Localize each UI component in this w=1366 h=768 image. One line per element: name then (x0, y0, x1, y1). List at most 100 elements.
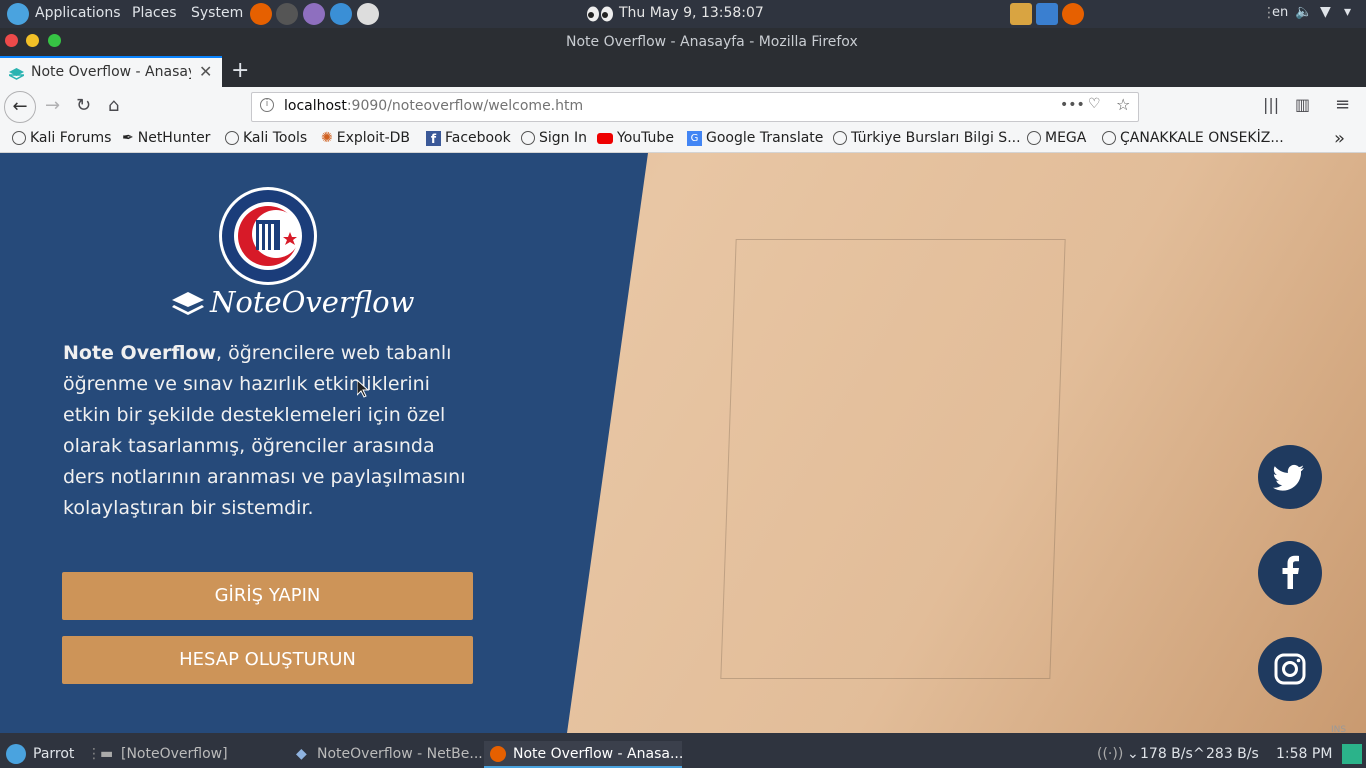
twitter-icon (1273, 464, 1304, 491)
network-activity-icon: ((·)) (1097, 746, 1124, 762)
package-tray-icon[interactable] (1036, 3, 1058, 25)
back-button[interactable]: ← (4, 91, 36, 123)
bookmark-kali-forums[interactable]: Kali Forums (12, 130, 111, 146)
parrot-menu[interactable]: Parrot (33, 746, 74, 762)
page-viewport: NoteOverflow Note Overflow, öğrencilere … (0, 153, 1366, 733)
workspace-switcher[interactable] (1342, 744, 1362, 764)
window-titlebar[interactable]: Note Overflow - Anasayfa - Mozilla Firef… (0, 28, 1366, 56)
bookmark-mega[interactable]: MEGA (1027, 130, 1086, 146)
bookmark-label: Kali Tools (243, 130, 308, 146)
maximize-window-button[interactable] (48, 34, 61, 47)
login-button[interactable]: GİRİŞ YAPIN (62, 572, 473, 620)
status-strip: INS (0, 725, 1366, 741)
applications-menu[interactable]: Applications (35, 5, 121, 21)
reload-button[interactable]: ↻ (76, 95, 91, 116)
folder-icon: ▬ (100, 746, 114, 762)
exploit-db-icon: ✺ (321, 130, 333, 146)
bookmark-nethunter[interactable]: ✒ NetHunter (122, 130, 210, 146)
bookmark-exploit-db[interactable]: ✺ Exploit-DB (321, 130, 410, 146)
close-tab-icon[interactable]: ✕ (199, 62, 212, 81)
facebook-button[interactable] (1258, 541, 1322, 605)
twitter-button[interactable] (1258, 445, 1322, 509)
places-menu[interactable]: Places (132, 5, 177, 21)
bookmarks-overflow-icon[interactable]: » (1334, 128, 1345, 149)
hamburger-menu-icon[interactable]: ≡ (1335, 94, 1350, 115)
favicon-icon (8, 65, 25, 80)
bookmark-google-translate[interactable]: G Google Translate (687, 130, 823, 146)
archive-tray-icon[interactable] (1010, 3, 1032, 25)
close-window-button[interactable] (5, 34, 18, 47)
bookmark-sign-in[interactable]: Sign In (521, 130, 587, 146)
logo-wordmark: NoteOverflow (210, 285, 415, 319)
bookmark-label: ÇANAKKALE ONSEKİZ... (1120, 130, 1284, 146)
bookmark-label: YouTube (617, 130, 674, 146)
minimize-window-button[interactable] (26, 34, 39, 47)
system-monitor-launcher-icon[interactable] (330, 3, 352, 25)
sidebar-icon[interactable]: ▥ (1295, 95, 1310, 114)
bookmark-label: Kali Forums (30, 130, 112, 146)
taskbar-clock[interactable]: 1:58 PM (1276, 746, 1332, 762)
pocket-icon[interactable]: ♡ (1088, 96, 1101, 112)
insert-mode-indicator: INS (1331, 725, 1347, 735)
site-info-icon[interactable]: i (260, 98, 274, 112)
tab-note-overflow[interactable]: Note Overflow - Anasayfa ✕ (0, 56, 222, 87)
bookmark-label: Google Translate (706, 130, 824, 146)
taskbar-item-netbeans[interactable]: NoteOverflow - NetBe... (317, 746, 483, 762)
instagram-icon (1274, 653, 1306, 685)
globe-icon (225, 131, 239, 145)
globe-icon (833, 131, 847, 145)
bookmark-label: Sign In (539, 130, 587, 146)
noteoverflow-logo: NoteOverflow (170, 285, 414, 323)
bookmark-facebook[interactable]: f Facebook (426, 130, 511, 146)
network-download-rate: 178 B/s (1140, 746, 1193, 762)
bookmark-kali-tools[interactable]: Kali Tools (225, 130, 307, 146)
firefox-launcher-icon[interactable] (250, 3, 272, 25)
intro-description: Note Overflow, öğrencilere web tabanlı ö… (63, 338, 473, 524)
youtube-icon (597, 132, 613, 144)
text-editor-launcher-icon[interactable] (303, 3, 325, 25)
terminal-launcher-icon[interactable] (276, 3, 298, 25)
bookmark-turkiye-burslari[interactable]: Türkiye Bursları Bilgi S... (833, 130, 1021, 146)
register-button[interactable]: HESAP OLUŞTURUN (62, 636, 473, 684)
taskbar-item-files[interactable]: [NoteOverflow] (121, 746, 228, 762)
url-host: localhost (284, 98, 347, 114)
keyboard-layout-indicator[interactable]: en (1272, 5, 1288, 20)
clock[interactable]: Thu May 9, 13:58:07 (619, 5, 764, 21)
wifi-icon[interactable]: ▼ (1320, 4, 1331, 20)
bookmark-label: Türkiye Bursları Bilgi S... (851, 130, 1021, 146)
parrot-logo-icon[interactable] (7, 3, 29, 25)
navigation-toolbar: ← → ↻ ⌂ i localhost:9090/noteoverflow/we… (0, 87, 1366, 127)
tab-label: Note Overflow - Anasayfa (31, 64, 191, 80)
download-arrow-icon: ⌄ (1127, 746, 1139, 762)
library-icon[interactable]: ||| (1263, 95, 1279, 114)
bottom-taskbar: Parrot ⋮ ▬ [NoteOverflow] ◆ NoteOverflow… (0, 741, 1366, 768)
url-bar[interactable]: i localhost:9090/noteoverflow/welcome.ht… (251, 92, 1139, 122)
window-title: Note Overflow - Anasayfa - Mozilla Firef… (566, 34, 858, 50)
upload-arrow-icon: ^ (1193, 746, 1205, 762)
parrot-menu-icon[interactable] (6, 744, 26, 764)
firefox-tray-icon[interactable] (1062, 3, 1084, 25)
bookmark-canakkale[interactable]: ÇANAKKALE ONSEKİZ... (1102, 130, 1284, 146)
instagram-button[interactable] (1258, 637, 1322, 701)
system-top-panel: Applications Places System Thu May 9, 13… (0, 0, 1366, 28)
globe-icon (521, 131, 535, 145)
home-button[interactable]: ⌂ (108, 95, 119, 116)
stack-logo-icon (170, 292, 206, 318)
new-tab-button[interactable]: + (231, 58, 249, 83)
taskbar-item-firefox-active[interactable]: Note Overflow - Anasa... (484, 741, 683, 768)
globe-icon (1102, 131, 1116, 145)
page-actions-icon[interactable]: ••• (1060, 97, 1085, 113)
mouse-cursor-icon (356, 378, 370, 398)
system-menu[interactable]: System (191, 5, 243, 21)
bookmark-star-icon[interactable]: ☆ (1116, 95, 1130, 114)
volume-icon[interactable]: 🔈 (1295, 4, 1312, 20)
url-path: :9090/noteoverflow/welcome.htm (346, 98, 584, 114)
network-upload-rate: 283 B/s (1206, 746, 1259, 762)
forward-button[interactable]: → (45, 95, 60, 116)
taskbar-separator-icon: ⋮ (87, 746, 101, 762)
screenshot-launcher-icon[interactable] (357, 3, 379, 25)
google-translate-icon: G (687, 130, 702, 146)
sketched-paper-outline (720, 239, 1066, 679)
power-icon[interactable]: ▾ (1344, 4, 1351, 20)
bookmark-youtube[interactable]: YouTube (597, 130, 674, 146)
